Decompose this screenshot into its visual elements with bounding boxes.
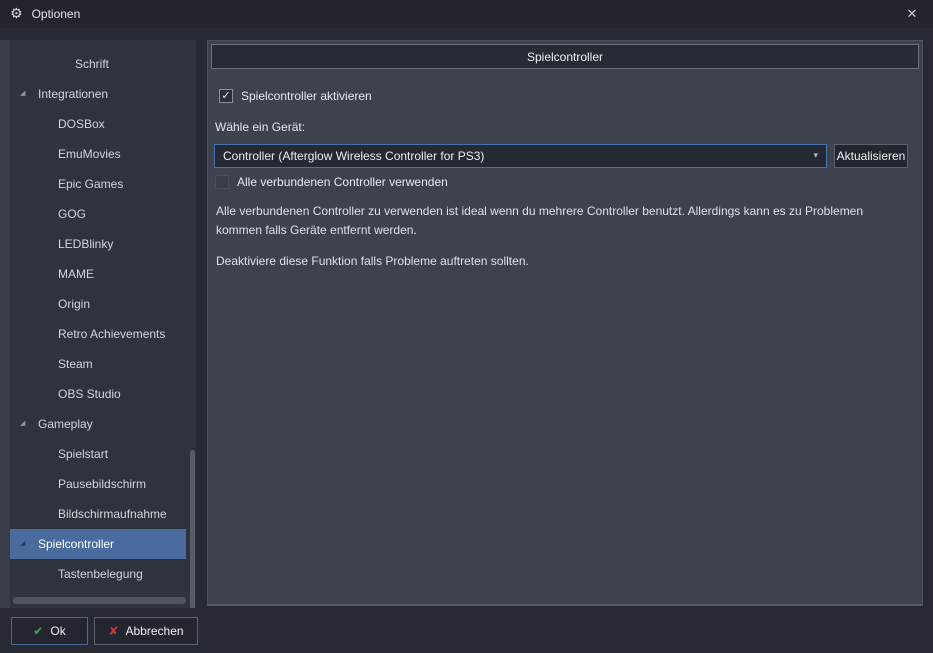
info-text-multiple-controllers: Alle verbundenen Controller zu verwenden… — [216, 202, 911, 240]
sidebar-item-tastenbelegung[interactable]: Tastenbelegung — [10, 559, 186, 589]
cancel-button[interactable]: ✘ Abbrechen — [94, 617, 198, 645]
settings-tree: Schrift ◢Integrationen DOSBox EmuMovies … — [10, 49, 196, 589]
sidebar-item-ledblinky[interactable]: LEDBlinky — [10, 229, 186, 259]
chevron-down-icon: ▾ — [813, 151, 818, 161]
horizontal-scrollbar-thumb[interactable] — [13, 597, 186, 604]
device-select-label: Wähle ein Gerät: — [215, 120, 305, 134]
checkbox-label: Alle verbundenen Controller verwenden — [237, 175, 448, 189]
check-icon: ✔ — [33, 624, 43, 638]
device-select[interactable]: Controller (Afterglow Wireless Controlle… — [214, 144, 827, 168]
sidebar-item-gameplay[interactable]: ◢Gameplay — [10, 409, 186, 439]
sidebar-item-spielcontroller[interactable]: ◢Spielcontroller — [10, 529, 186, 559]
checkbox-checked-icon[interactable]: ✓ — [219, 89, 233, 103]
refresh-button[interactable]: Aktualisieren — [834, 144, 908, 168]
window-title: Optionen — [32, 7, 81, 21]
vertical-scrollbar-thumb[interactable] — [190, 450, 195, 608]
sidebar-item-mame[interactable]: MAME — [10, 259, 186, 289]
enable-controller-checkbox[interactable]: ✓ Spielcontroller aktivieren — [219, 89, 372, 103]
panel-header: Spielcontroller — [211, 44, 919, 69]
device-select-value: Controller (Afterglow Wireless Controlle… — [223, 149, 484, 163]
sidebar-item-origin[interactable]: Origin — [10, 289, 186, 319]
expander-icon[interactable]: ◢ — [20, 419, 32, 427]
close-icon[interactable]: ✕ — [901, 3, 923, 25]
title-bar: ⚙ Optionen ✕ — [0, 0, 933, 28]
sidebar-item-pausebildschirm[interactable]: Pausebildschirm — [10, 469, 186, 499]
checkbox-label: Spielcontroller aktivieren — [241, 89, 372, 103]
sidebar-item-retro-achievements[interactable]: Retro Achievements — [10, 319, 186, 349]
panel-title: Spielcontroller — [527, 50, 603, 64]
sidebar-item-obs-studio[interactable]: OBS Studio — [10, 379, 186, 409]
ok-button[interactable]: ✔ Ok — [11, 617, 88, 645]
info-text-disable-hint: Deaktiviere diese Funktion falls Problem… — [216, 252, 911, 271]
expander-icon[interactable]: ◢ — [20, 539, 32, 547]
all-controllers-checkbox[interactable]: Alle verbundenen Controller verwenden — [215, 175, 448, 189]
sidebar-item-spielstart[interactable]: Spielstart — [10, 439, 186, 469]
x-icon: ✘ — [108, 624, 118, 638]
sidebar-item-epic-games[interactable]: Epic Games — [10, 169, 186, 199]
sidebar-left-gutter — [0, 40, 10, 608]
sidebar-item-dosbox[interactable]: DOSBox — [10, 109, 186, 139]
settings-tree-sidebar: Schrift ◢Integrationen DOSBox EmuMovies … — [10, 40, 196, 608]
sidebar-item-emumovies[interactable]: EmuMovies — [10, 139, 186, 169]
expander-icon[interactable]: ◢ — [20, 89, 32, 97]
checkbox-unchecked-icon[interactable] — [215, 175, 229, 189]
sidebar-item-integrationen[interactable]: ◢Integrationen — [10, 79, 186, 109]
sidebar-item-bildschirmaufnahme[interactable]: Bildschirmaufnahme — [10, 499, 186, 529]
sidebar-item-gog[interactable]: GOG — [10, 199, 186, 229]
sidebar-item-schrift[interactable]: Schrift — [10, 49, 186, 79]
gear-icon: ⚙ — [10, 6, 23, 22]
spielcontroller-settings-panel: Spielcontroller ✓ Spielcontroller aktivi… — [207, 40, 923, 606]
sidebar-item-steam[interactable]: Steam — [10, 349, 186, 379]
